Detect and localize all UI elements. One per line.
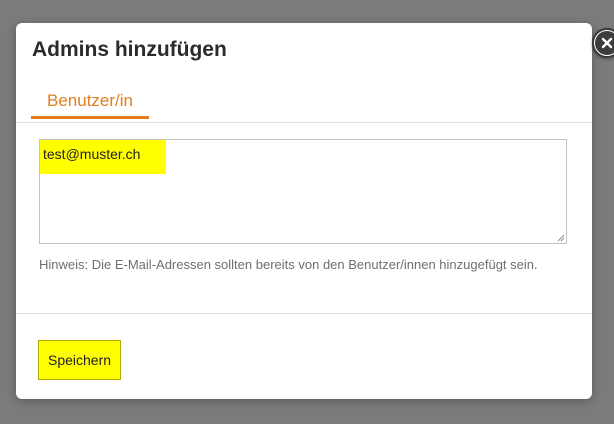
dialog-title: Admins hinzufügen — [32, 38, 227, 61]
add-admins-dialog: Admins hinzufügen Benutzer/in test@muste… — [16, 23, 614, 399]
modal-overlay: Admins hinzufügen Benutzer/in test@muste… — [0, 0, 614, 424]
email-textarea-value: test@muster.ch — [40, 140, 166, 174]
tab-bar: Benutzer/in — [16, 83, 592, 123]
resize-grip-icon[interactable] — [555, 232, 565, 242]
email-textarea[interactable]: test@muster.ch — [39, 139, 567, 244]
close-icon — [595, 31, 614, 55]
tab-benutzer[interactable]: Benutzer/in — [31, 83, 149, 119]
hint-text: Hinweis: Die E-Mail-Adressen sollten ber… — [39, 257, 538, 272]
close-button[interactable] — [592, 28, 614, 58]
footer-divider — [16, 313, 592, 314]
save-button[interactable]: Speichern — [38, 340, 122, 380]
